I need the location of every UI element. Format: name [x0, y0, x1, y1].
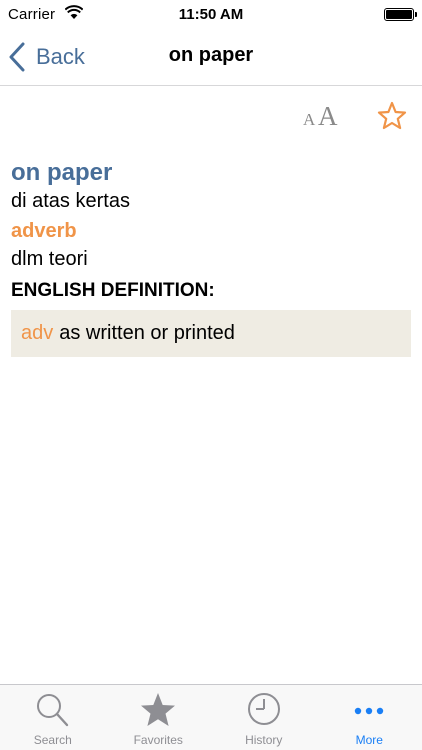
part-of-speech: adverb [11, 220, 77, 242]
star-outline-icon [377, 101, 407, 130]
tab-label-more: More [355, 733, 383, 747]
entry-content: on paper di atas kertas adverb dlm teori… [11, 158, 411, 357]
tab-more[interactable]: More [317, 685, 422, 750]
star-icon [141, 693, 176, 726]
battery-icon [384, 8, 417, 21]
definition-pos: adv [21, 322, 54, 344]
more-icon [355, 707, 384, 715]
definition-heading: ENGLISH DEFINITION: [11, 280, 215, 301]
clock-time: 11:50 AM [178, 6, 244, 23]
font-size-small-glyph: A [303, 110, 316, 129]
navigation-bar: Back on paper [0, 28, 422, 86]
font-size-button[interactable]: A A [302, 100, 344, 132]
tab-favorites[interactable]: Favorites [106, 685, 212, 750]
meaning: dlm teori [11, 248, 88, 270]
tab-label-search: Search [33, 733, 72, 747]
definition-text: as written or printed [59, 322, 235, 344]
search-icon [36, 694, 68, 727]
status-bar: Carrier 11:50 AM [0, 0, 422, 28]
definition-box: adv as written or printed [11, 310, 411, 357]
font-size-large-glyph: A [318, 101, 338, 131]
tab-label-history: History [245, 733, 283, 747]
page-title: on paper [168, 44, 254, 66]
clock-icon [247, 693, 280, 725]
tab-bar: Search Favorites History More [0, 684, 422, 750]
tab-history[interactable]: History [211, 685, 317, 750]
headword: on paper [11, 159, 113, 186]
translation: di atas kertas [11, 190, 130, 212]
tab-search[interactable]: Search [0, 685, 106, 750]
tab-label-favorites: Favorites [133, 733, 183, 747]
favorite-button[interactable] [376, 100, 408, 132]
